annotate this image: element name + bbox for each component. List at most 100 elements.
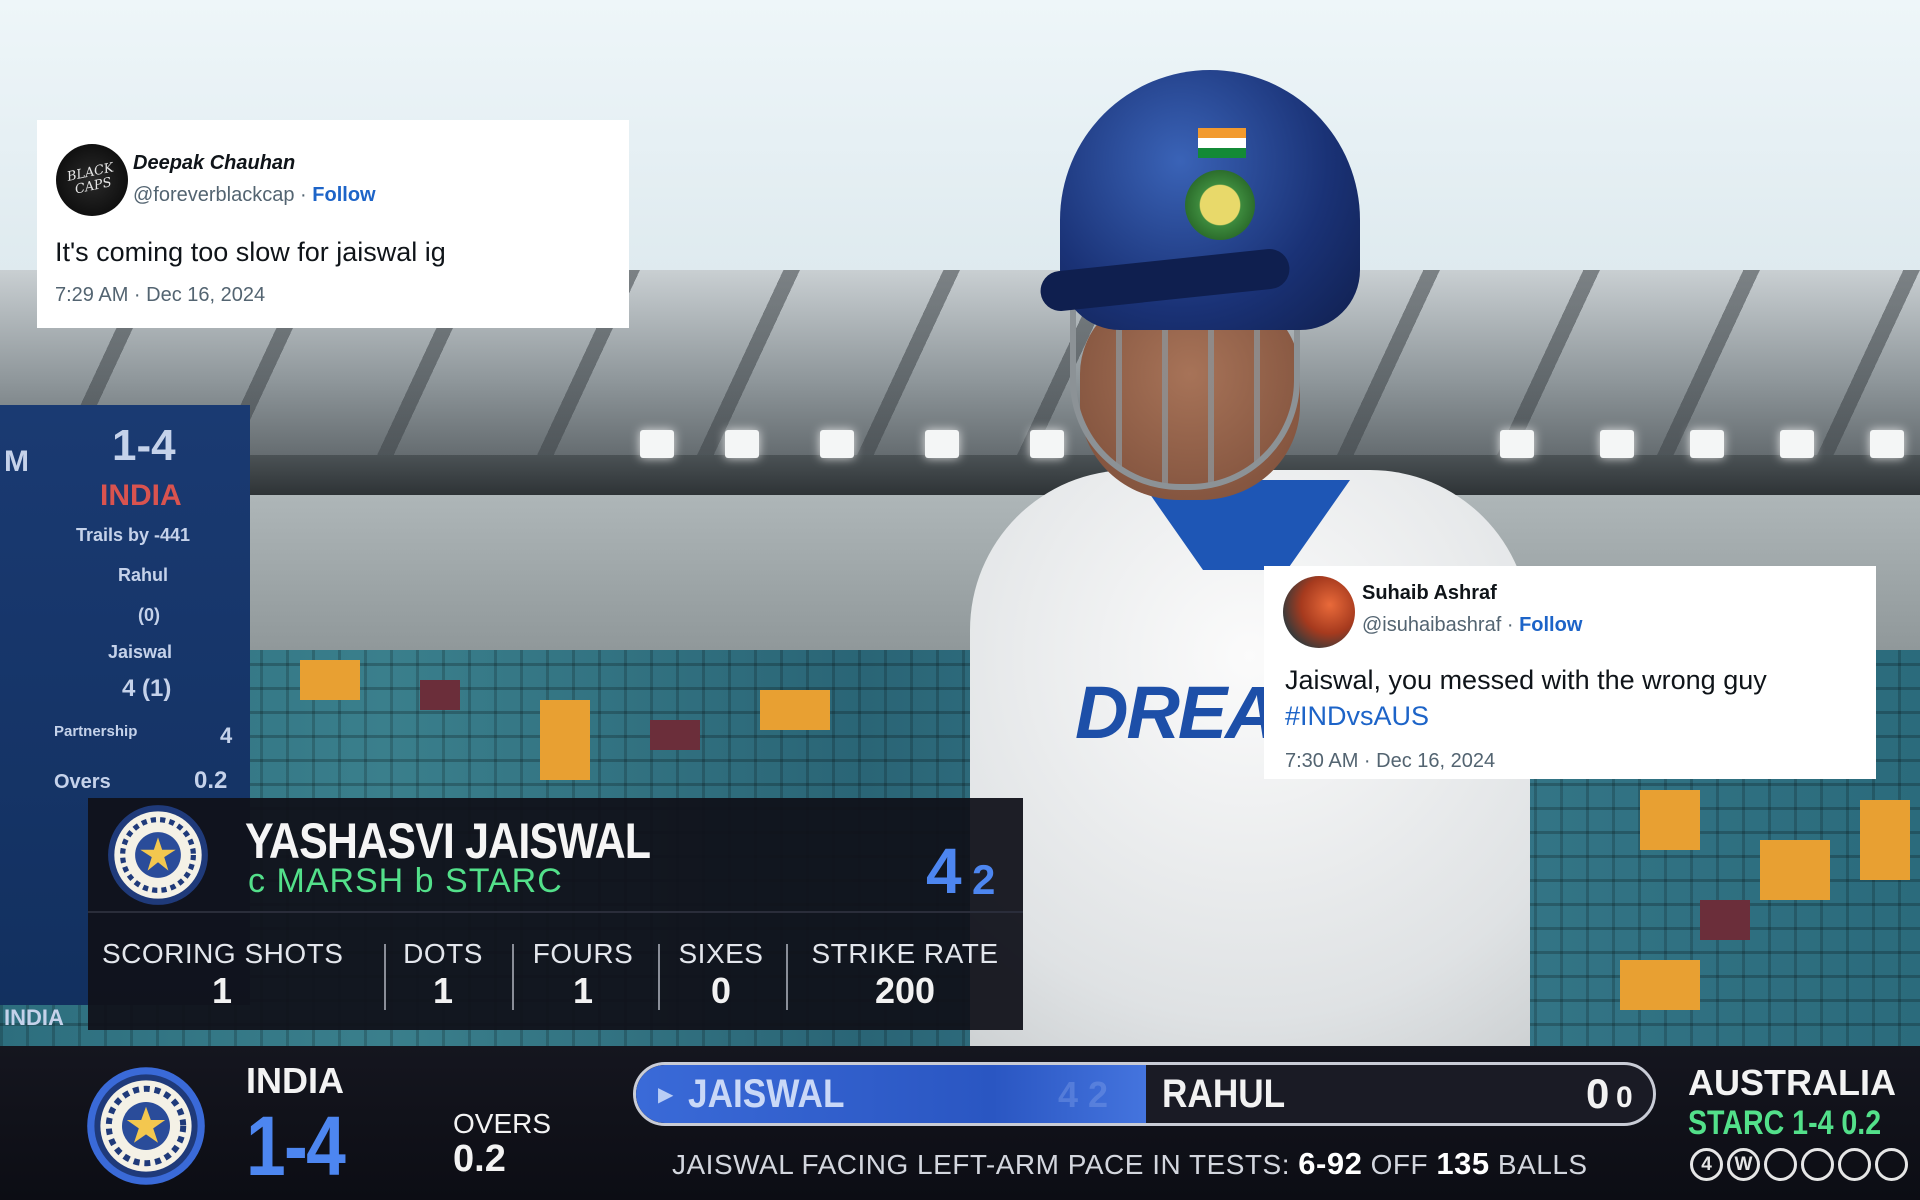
india-flag-icon bbox=[1198, 128, 1246, 158]
batter-runs: 4 bbox=[926, 835, 962, 907]
seat-block bbox=[1640, 790, 1700, 850]
stat-value: 1 bbox=[432, 970, 454, 1011]
bcci-logo-icon bbox=[108, 805, 208, 905]
overs-label: OVERS bbox=[453, 1108, 552, 1139]
bowler-figures: STARC 1-4 0.2 bbox=[1688, 1104, 1882, 1142]
striker-name: JAISWAL bbox=[688, 1072, 845, 1116]
ticker-prefix: JAISWAL FACING LEFT-ARM PACE IN TESTS: bbox=[672, 1149, 1290, 1180]
seat-block bbox=[1700, 900, 1750, 940]
ball-empty bbox=[1838, 1148, 1871, 1181]
tweet-text: Jaiswal, you messed with the wrong guy bbox=[1285, 665, 1767, 695]
ticker-value: 6-92 bbox=[1298, 1146, 1363, 1181]
seat-block bbox=[420, 680, 460, 710]
follow-button[interactable]: Follow bbox=[1519, 614, 1582, 636]
batters-pill: ▶ JAISWAL 4 2 RAHUL 0 0 bbox=[633, 1062, 1656, 1126]
scoreboard-team: INDIA bbox=[100, 479, 182, 512]
floodlight bbox=[820, 430, 854, 458]
stat-label: STRIKE RATE bbox=[811, 938, 999, 969]
scoreboard-player1-score: (0) bbox=[138, 605, 160, 625]
ticker-suffix: BALLS bbox=[1497, 1149, 1588, 1180]
bcci-logo-icon bbox=[87, 1067, 205, 1185]
stat-separator bbox=[658, 944, 660, 1010]
tweet-separator: · bbox=[294, 184, 313, 206]
scoreboard-overs-value: 0.2 bbox=[194, 767, 228, 794]
striker-arrow-icon: ▶ bbox=[658, 1084, 674, 1106]
tweet-handle-row: @isuhaibashraf · Follow bbox=[1362, 614, 1582, 637]
floodlight bbox=[925, 430, 959, 458]
tweet-handle[interactable]: @isuhaibashraf bbox=[1362, 614, 1501, 636]
score-bar: INDIA 1-4 OVERS 0.2 ▶ JAISWAL 4 2 RAHUL … bbox=[0, 1046, 1920, 1200]
floodlight bbox=[640, 430, 674, 458]
stat-label: FOURS bbox=[532, 938, 634, 969]
seat-block bbox=[300, 660, 360, 700]
stat-separator bbox=[384, 944, 386, 1010]
floodlight bbox=[1780, 430, 1814, 458]
tweet-card[interactable]: Suhaib Ashraf @isuhaibashraf · Follow Ja… bbox=[1264, 566, 1876, 779]
tweet-text: It's coming too slow for jaiswal ig bbox=[55, 237, 446, 267]
bcci-helmet-emblem bbox=[1185, 170, 1255, 240]
stat-dots: DOTS 1 bbox=[393, 938, 493, 1012]
tweet-timestamp[interactable]: 7:29 AM · Dec 16, 2024 bbox=[55, 284, 265, 307]
tweet-hashtag[interactable]: #INDvsAUS bbox=[1285, 698, 1767, 734]
tweet-display-name[interactable]: Suhaib Ashraf bbox=[1362, 582, 1497, 605]
this-over-balls: 4 W bbox=[1690, 1148, 1908, 1181]
stat-value: 1 bbox=[572, 970, 594, 1011]
striker-score-faded: 4 2 bbox=[1058, 1074, 1109, 1115]
stat-value: 1 bbox=[211, 970, 233, 1011]
floodlight bbox=[725, 430, 759, 458]
scoreboard-player1: Rahul bbox=[118, 565, 169, 585]
non-striker-balls: 0 bbox=[1616, 1081, 1633, 1114]
floodlight bbox=[1690, 430, 1724, 458]
scoreboard-score: 1-4 bbox=[112, 421, 176, 470]
non-striker-name: RAHUL bbox=[1162, 1072, 1286, 1116]
avatar[interactable] bbox=[1283, 576, 1355, 648]
stat-value: 200 bbox=[874, 970, 936, 1011]
seat-block bbox=[540, 700, 590, 780]
stat-ticker: JAISWAL FACING LEFT-ARM PACE IN TESTS: 6… bbox=[672, 1146, 1588, 1182]
overs-value: 0.2 bbox=[453, 1138, 506, 1180]
seat-block bbox=[1620, 960, 1700, 1010]
ball-empty bbox=[1875, 1148, 1908, 1181]
tweet-separator: · bbox=[1501, 614, 1520, 636]
ball-empty bbox=[1764, 1148, 1797, 1181]
tweet-timestamp[interactable]: 7:30 AM · Dec 16, 2024 bbox=[1285, 750, 1495, 773]
seat-block bbox=[1860, 800, 1910, 880]
ticker-value: 135 bbox=[1436, 1146, 1490, 1181]
scoreboard-overs-label: Overs bbox=[54, 771, 111, 793]
tweet-handle-row: @foreverblackcap · Follow bbox=[133, 184, 376, 207]
avatar[interactable]: BLACK CAPS bbox=[56, 144, 128, 216]
stat-label: SCORING SHOTS bbox=[102, 938, 344, 969]
stat-separator bbox=[786, 944, 788, 1010]
batter-balls: 2 bbox=[972, 856, 996, 903]
stat-label: SIXES bbox=[678, 938, 764, 969]
tweet-card[interactable]: BLACK CAPS Deepak Chauhan @foreverblackc… bbox=[37, 120, 629, 328]
dismissal-text: c MARSH b STARC bbox=[248, 862, 563, 900]
scoreboard-bottom-text: INDIA bbox=[4, 1005, 64, 1030]
seat-block bbox=[1760, 840, 1830, 900]
tweet-text-block: Jaiswal, you messed with the wrong guy #… bbox=[1285, 662, 1767, 734]
stat-strike-rate: STRIKE RATE 200 bbox=[794, 938, 1016, 1012]
tweet-handle[interactable]: @foreverblackcap bbox=[133, 184, 294, 206]
scoreboard-player2: Jaiswal bbox=[108, 642, 173, 662]
striker-panel: ▶ JAISWAL 4 2 bbox=[636, 1065, 1146, 1123]
ball-empty bbox=[1801, 1148, 1834, 1181]
non-striker-runs: 0 bbox=[1586, 1070, 1610, 1117]
ball-wicket: W bbox=[1727, 1148, 1760, 1181]
batting-team-score: 1-4 bbox=[246, 1099, 346, 1193]
follow-button[interactable]: Follow bbox=[312, 184, 375, 206]
floodlight bbox=[1870, 430, 1904, 458]
stat-fours: FOURS 1 bbox=[528, 938, 638, 1012]
scoreboard-player2-score: 4 (1) bbox=[122, 675, 172, 702]
scoreboard-partnership-value: 4 bbox=[220, 723, 233, 748]
seat-block bbox=[650, 720, 700, 750]
batter-dismissal-card: YASHASVI JAISWAL c MARSH b STARC 4 2 SCO… bbox=[88, 798, 1023, 1030]
batting-team-name: INDIA bbox=[246, 1060, 344, 1101]
divider bbox=[88, 911, 1023, 913]
stat-scoring-shots: SCORING SHOTS 1 bbox=[102, 938, 344, 1012]
avatar-text: BLACK CAPS bbox=[65, 160, 116, 198]
scoreboard-trail: Trails by -441 bbox=[76, 525, 191, 545]
scoreboard-edge-letter: M bbox=[4, 445, 29, 478]
stat-separator bbox=[512, 944, 514, 1010]
tweet-display-name[interactable]: Deepak Chauhan bbox=[133, 152, 295, 175]
ticker-mid: OFF bbox=[1370, 1149, 1429, 1180]
